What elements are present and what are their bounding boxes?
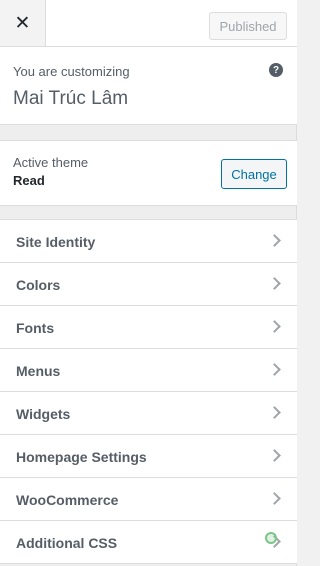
- cursor-indicator-icon: [265, 532, 277, 544]
- section-list: Site Identity Colors Fonts Menus Widgets…: [0, 219, 297, 564]
- section-additional-css[interactable]: Additional CSS: [0, 521, 297, 564]
- section-homepage-settings[interactable]: Homepage Settings: [0, 435, 297, 478]
- section-site-identity[interactable]: Site Identity: [0, 220, 297, 263]
- section-label: WooCommerce: [16, 492, 119, 508]
- change-theme-button[interactable]: Change: [221, 159, 287, 189]
- chevron-right-icon: [268, 492, 281, 505]
- section-label: Fonts: [16, 320, 55, 336]
- section-colors[interactable]: Colors: [0, 263, 297, 306]
- section-label: Widgets: [16, 406, 71, 422]
- chevron-right-icon: [268, 449, 281, 462]
- theme-name: Read: [13, 173, 45, 188]
- section-menus[interactable]: Menus: [0, 349, 297, 392]
- active-theme-section: Active theme Read Change: [0, 140, 297, 206]
- customizer-header: ✕ Published: [0, 0, 297, 47]
- chevron-right-icon: [268, 406, 281, 419]
- close-icon[interactable]: ✕: [0, 0, 46, 46]
- section-widgets[interactable]: Widgets: [0, 392, 297, 435]
- section-label: Site Identity: [16, 234, 96, 250]
- customize-info: You are customizing Mai Trúc Lâm ?: [0, 47, 297, 125]
- section-fonts[interactable]: Fonts: [0, 306, 297, 349]
- customizing-label: You are customizing: [13, 64, 130, 79]
- section-label: Homepage Settings: [16, 449, 147, 465]
- help-icon[interactable]: ?: [269, 63, 283, 77]
- site-title: Mai Trúc Lâm: [13, 88, 129, 109]
- publish-button[interactable]: Published: [209, 12, 287, 40]
- chevron-right-icon: [268, 234, 281, 247]
- active-theme-label: Active theme: [13, 155, 89, 170]
- section-label: Additional CSS: [16, 535, 118, 551]
- section-label: Menus: [16, 363, 61, 379]
- chevron-right-icon: [268, 363, 281, 376]
- section-woocommerce[interactable]: WooCommerce: [0, 478, 297, 521]
- chevron-right-icon: [268, 320, 281, 333]
- section-label: Colors: [16, 277, 61, 293]
- customizer-panel: ✕ Published You are customizing Mai Trúc…: [0, 0, 297, 566]
- chevron-right-icon: [268, 277, 281, 290]
